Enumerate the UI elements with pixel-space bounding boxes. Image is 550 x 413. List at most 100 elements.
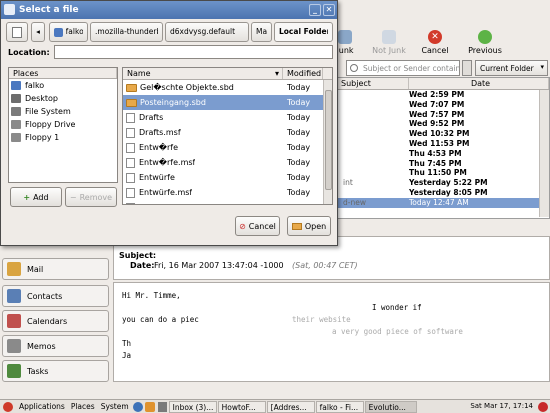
file-row[interactable]: Drafts.msf Today bbox=[123, 125, 332, 140]
message-date: Wed 7:07 PM bbox=[409, 99, 465, 109]
message-date: Yesterday 5:22 PM bbox=[409, 178, 488, 188]
places-menu[interactable]: Places bbox=[68, 400, 98, 413]
message-row[interactable]: Yesterday 8:05 PM bbox=[337, 188, 549, 198]
place-item[interactable]: Floppy 1 bbox=[9, 131, 117, 144]
nav-memos-button[interactable]: Memos bbox=[2, 335, 109, 357]
path-button[interactable]: falko bbox=[49, 22, 88, 42]
message-row[interactable]: Thu 4:53 PM bbox=[337, 149, 549, 159]
path-button[interactable]: d6xdvysg.default bbox=[165, 22, 249, 42]
message-row[interactable]: Thu 7:45 PM bbox=[337, 159, 549, 169]
body-line-1: I wonder if bbox=[372, 303, 422, 312]
system-menu[interactable]: System bbox=[98, 400, 132, 413]
close-button[interactable]: ✕ bbox=[323, 4, 335, 16]
message-subject bbox=[337, 110, 409, 120]
path-button[interactable]: Mail bbox=[251, 22, 272, 42]
file-modified: Today bbox=[287, 143, 311, 152]
path-back-button[interactable]: ◂ bbox=[31, 22, 45, 42]
not-junk-button[interactable]: Not Junk bbox=[370, 30, 408, 55]
folder-open-icon bbox=[291, 222, 302, 230]
edit-location-button[interactable] bbox=[6, 22, 28, 42]
places-list: falko Desktop File System Floppy Drive Flopp… bbox=[9, 79, 117, 144]
dialog-cancel-button[interactable]: ⊘ Cancel bbox=[235, 216, 280, 236]
taskbar-window-button[interactable]: falko - Fi... bbox=[315, 400, 364, 413]
name-column-header[interactable]: Name ▾ bbox=[123, 68, 283, 79]
files-list: Gel�schte Objekte.sbd Today Posteingang.sb… bbox=[123, 80, 332, 204]
taskbar-window-button[interactable]: Evolutio... bbox=[364, 400, 417, 413]
date-column-header[interactable]: Date bbox=[409, 78, 549, 89]
file-row[interactable]: Entw�rfe Today bbox=[123, 140, 332, 155]
files-scrollbar[interactable] bbox=[323, 80, 332, 204]
place-item[interactable]: Desktop bbox=[9, 92, 117, 105]
clock[interactable]: Sat Mar 17, 17:14 bbox=[467, 400, 536, 413]
message-list-scrollbar[interactable] bbox=[539, 90, 549, 217]
scrollbar-thumb[interactable] bbox=[325, 90, 332, 190]
nav-contacts-button[interactable]: Contacts bbox=[2, 285, 109, 307]
taskbar-window-button[interactable]: Inbox (3)... bbox=[168, 400, 217, 413]
message-row[interactable]: Wed 11:53 PM bbox=[337, 139, 549, 149]
file-row[interactable]: Gelöschte Objekte Today bbox=[123, 200, 332, 204]
plus-icon: + bbox=[23, 192, 31, 202]
mail-launcher-icon[interactable] bbox=[144, 401, 155, 412]
message-row[interactable]: Wed 7:57 PM bbox=[337, 110, 549, 120]
place-item[interactable]: falko bbox=[9, 79, 117, 92]
add-bookmark-button[interactable]: + Add bbox=[10, 187, 62, 207]
previous-button[interactable]: Previous bbox=[467, 30, 503, 55]
nav-mail-button[interactable]: Mail bbox=[2, 258, 109, 280]
sidebar-resize-handle[interactable] bbox=[3, 387, 23, 395]
message-row[interactable]: d-new Today 12:47 AM bbox=[337, 197, 549, 208]
subject-column-header[interactable]: Subject bbox=[337, 78, 409, 89]
files-header: Name ▾ Modified bbox=[123, 68, 332, 80]
message-row[interactable]: Wed 2:59 PM bbox=[337, 90, 549, 100]
place-label: falko bbox=[25, 81, 45, 90]
file-icon bbox=[126, 142, 135, 153]
place-icon bbox=[11, 107, 21, 116]
remove-bookmark-button[interactable]: − Remove bbox=[65, 187, 117, 207]
modified-column-header[interactable]: Modified bbox=[283, 68, 323, 79]
file-name: Entw�rfe bbox=[139, 143, 179, 152]
search-input[interactable]: Subject or Sender contains bbox=[346, 60, 460, 76]
message-row[interactable]: Wed 7:07 PM bbox=[337, 100, 549, 110]
search-scope-select[interactable]: Current Folder ▾ bbox=[475, 60, 548, 76]
message-list[interactable]: Subject Date Wed 2:59 PM Wed 7:07 PM Wed 7… bbox=[336, 77, 550, 219]
file-row[interactable]: Gel�schte Objekte.sbd Today bbox=[123, 80, 332, 95]
taskbar-window-button[interactable]: HowtoF... bbox=[217, 400, 266, 413]
mail-icon bbox=[7, 262, 21, 276]
location-input[interactable] bbox=[54, 45, 333, 59]
file-row[interactable]: Entwürfe.msf Today bbox=[123, 185, 332, 200]
message-subject bbox=[337, 149, 409, 159]
message-date: Yesterday 8:05 PM bbox=[409, 187, 488, 197]
path-button[interactable]: .mozilla-thunderbird bbox=[90, 22, 163, 42]
path-button[interactable]: Local Folders bbox=[274, 22, 333, 42]
place-item[interactable]: File System bbox=[9, 105, 117, 118]
place-item[interactable]: Floppy Drive bbox=[9, 118, 117, 131]
gnome-panel: Applications Places System Inbox (3)... H… bbox=[0, 399, 550, 413]
files-pane: Name ▾ Modified Gel�schte Objekte.sbd Toda… bbox=[122, 67, 333, 205]
nav-calendars-button[interactable]: Calendars bbox=[2, 310, 109, 332]
message-subject bbox=[337, 119, 409, 129]
nav-tasks-button[interactable]: Tasks bbox=[2, 360, 109, 382]
calendars-icon bbox=[7, 314, 21, 328]
file-name: Gelöschte Objekte bbox=[139, 200, 213, 204]
file-row[interactable]: Entwürfe Today bbox=[123, 170, 332, 185]
folder-icon bbox=[126, 98, 137, 107]
file-name: Entwürfe bbox=[139, 173, 175, 182]
show-desktop-icon[interactable] bbox=[157, 401, 167, 412]
message-date: Thu 11:50 PM bbox=[409, 168, 467, 178]
file-row[interactable]: Drafts Today bbox=[123, 110, 332, 125]
taskbar-window-button[interactable]: [Addres... bbox=[266, 400, 315, 413]
dialog-titlebar[interactable]: Select a file _ ✕ bbox=[1, 1, 337, 19]
window-list: Inbox (3)... HowtoF... [Addres... falko - F… bbox=[168, 400, 468, 413]
power-icon[interactable] bbox=[538, 401, 548, 412]
minimize-button[interactable]: _ bbox=[309, 4, 321, 16]
message-row[interactable]: Thu 11:50 PM bbox=[337, 168, 549, 178]
search-clear-button[interactable] bbox=[462, 60, 472, 76]
dialog-open-button[interactable]: Open bbox=[287, 216, 331, 236]
message-row[interactable]: Wed 10:32 PM bbox=[337, 129, 549, 139]
message-row[interactable]: int Yesterday 5:22 PM bbox=[337, 178, 549, 188]
cancel-toolbar-button[interactable]: ✕ Cancel bbox=[420, 30, 450, 55]
file-row[interactable]: Entw�rfe.msf Today bbox=[123, 155, 332, 170]
file-row[interactable]: Posteingang.sbd Today bbox=[123, 95, 332, 110]
message-row[interactable]: Wed 9:52 PM bbox=[337, 119, 549, 129]
browser-icon[interactable] bbox=[132, 401, 143, 412]
applications-menu[interactable]: Applications bbox=[16, 400, 68, 413]
